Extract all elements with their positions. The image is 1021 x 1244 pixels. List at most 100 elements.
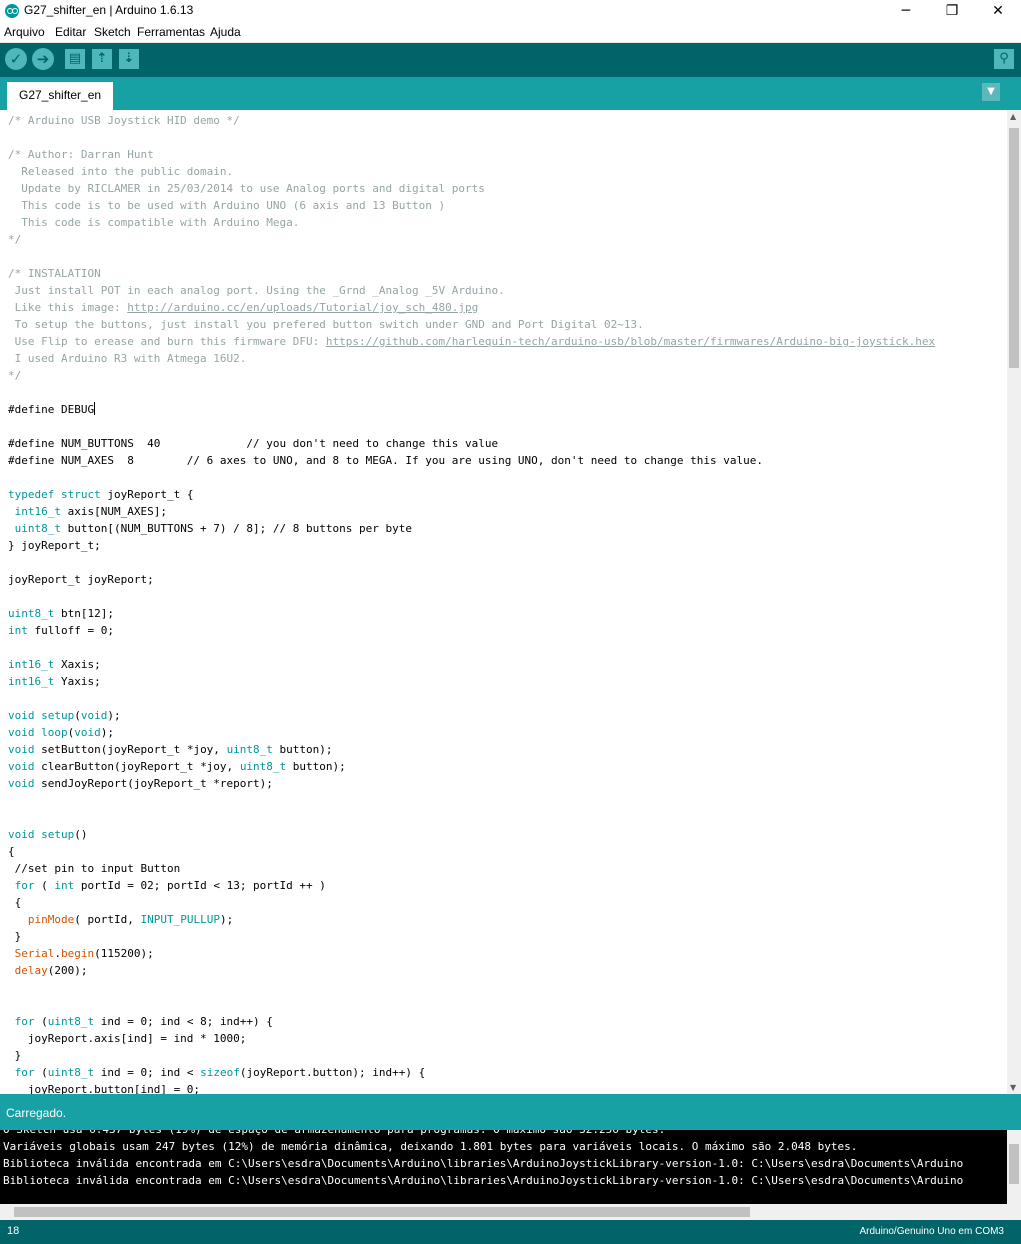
menu-ajuda[interactable]: Ajuda — [210, 25, 241, 39]
tab-menu-icon[interactable]: ▼ — [982, 83, 1000, 101]
code-line[interactable] — [8, 418, 935, 435]
code-line[interactable]: */ — [8, 231, 935, 248]
code-line[interactable]: Use Flip to erease and burn this firmwar… — [8, 333, 936, 350]
code-line[interactable]: } — [8, 1047, 935, 1064]
code-line[interactable] — [8, 809, 935, 826]
tab-g27-shifter-en[interactable]: G27_shifter_en — [7, 82, 114, 110]
code-line[interactable] — [8, 588, 935, 605]
code-line[interactable]: void setup(void); — [8, 707, 935, 724]
code-line[interactable]: uint8_t btn[12]; — [8, 605, 935, 622]
code-token: */ — [8, 233, 22, 246]
console-scroll-thumb[interactable] — [1009, 1144, 1019, 1184]
code-token: */ — [8, 369, 22, 382]
code-line[interactable]: for (uint8_t ind = 0; ind < sizeof(joyRe… — [8, 1064, 935, 1081]
open-sketch-icon[interactable]: ⇡ — [92, 49, 112, 69]
code-line[interactable] — [8, 384, 935, 401]
minimize-button[interactable]: ─ — [883, 0, 929, 22]
code-line[interactable]: To setup the buttons, just install you p… — [8, 316, 935, 333]
code-line[interactable]: Just install POT in each analog port. Us… — [8, 282, 935, 299]
scroll-up-icon[interactable]: ▲ — [1010, 112, 1016, 121]
code-line[interactable]: /* INSTALATION — [8, 265, 935, 282]
scroll-down-icon[interactable]: ▼ — [1010, 1083, 1016, 1092]
code-line[interactable]: { — [8, 894, 935, 911]
code-line[interactable]: void loop(void); — [8, 724, 935, 741]
menu-bar: Arquivo Editar Sketch Ferramentas Ajuda — [0, 22, 1021, 43]
code-line[interactable]: I used Arduino R3 with Atmega 16U2. — [8, 350, 935, 367]
code-line[interactable]: void clearButton(joyReport_t *joy, uint8… — [8, 758, 935, 775]
editor-vertical-scrollbar[interactable]: ▲ ▼ — [1007, 110, 1021, 1094]
upload-icon[interactable]: ➔ — [32, 48, 54, 70]
code-line[interactable]: /* Author: Darran Hunt — [8, 146, 935, 163]
code-line[interactable] — [8, 639, 935, 656]
code-line[interactable]: joyReport_t joyReport; — [8, 571, 935, 588]
console-output[interactable]: O Sketch usa 6.437 bytes (19%) de espaço… — [0, 1130, 1007, 1204]
maximize-button[interactable]: ❐ — [929, 0, 975, 22]
menu-ferramentas[interactable]: Ferramentas — [137, 25, 205, 39]
new-sketch-icon[interactable]: ▤ — [65, 49, 85, 69]
code-line[interactable]: Update by RICLAMER in 25/03/2014 to use … — [8, 180, 935, 197]
console-vertical-scrollbar[interactable] — [1007, 1130, 1021, 1204]
code-editor[interactable]: /* Arduino USB Joystick HID demo */ /* A… — [0, 110, 1007, 1094]
code-link[interactable]: https://github.com/harlequin-tech/arduin… — [326, 335, 935, 348]
code-line[interactable]: typedef struct joyReport_t { — [8, 486, 935, 503]
code-line[interactable]: Released into the public domain. — [8, 163, 935, 180]
code-line[interactable] — [8, 996, 935, 1013]
code-line[interactable]: void setButton(joyReport_t *joy, uint8_t… — [8, 741, 935, 758]
save-sketch-icon[interactable]: ⇣ — [119, 49, 139, 69]
code-line[interactable]: uint8_t button[(NUM_BUTTONS + 7) / 8]; /… — [8, 520, 935, 537]
arduino-logo-icon — [5, 4, 19, 18]
code-line[interactable]: #define DEBUG — [8, 401, 935, 418]
code-token: Xaxis; — [54, 658, 101, 671]
code-line[interactable]: int fulloff = 0; — [8, 622, 935, 639]
code-line[interactable]: void setup() — [8, 826, 935, 843]
menu-arquivo[interactable]: Arquivo — [4, 25, 45, 39]
code-line[interactable]: for (uint8_t ind = 0; ind < 8; ind++) { — [8, 1013, 935, 1030]
code-line[interactable]: joyReport.button[ind] = 0; — [8, 1081, 935, 1094]
code-text[interactable]: /* Arduino USB Joystick HID demo */ /* A… — [8, 112, 935, 1094]
code-line[interactable]: */ — [8, 367, 935, 384]
text-cursor — [94, 402, 96, 415]
code-token: This code is to be used with Arduino UNO… — [8, 199, 446, 212]
code-line[interactable] — [8, 792, 935, 809]
menu-editar[interactable]: Editar — [55, 25, 86, 39]
code-line[interactable]: #define NUM_BUTTONS 40 // you don't need… — [8, 435, 935, 452]
code-line[interactable]: int16_t Yaxis; — [8, 673, 935, 690]
code-token: uint8_t — [47, 1066, 95, 1079]
console-horizontal-scrollbar[interactable] — [0, 1204, 1021, 1220]
code-line[interactable] — [8, 979, 935, 996]
code-line[interactable]: void sendJoyReport(joyReport_t *report); — [8, 775, 935, 792]
code-line[interactable]: for ( int portId = 02; portId < 13; port… — [8, 877, 935, 894]
code-line[interactable] — [8, 129, 935, 146]
code-line[interactable]: int16_t Xaxis; — [8, 656, 935, 673]
code-line[interactable]: Like this image: http://arduino.cc/en/up… — [8, 299, 935, 316]
code-line[interactable]: } joyReport_t; — [8, 537, 935, 554]
code-line[interactable]: #define NUM_AXES 8 // 6 axes to UNO, and… — [8, 452, 935, 469]
editor-scroll-thumb[interactable] — [1009, 128, 1019, 368]
code-line[interactable] — [8, 248, 935, 265]
code-line[interactable]: //set pin to input Button — [8, 860, 935, 877]
serial-monitor-icon[interactable]: ⚲ — [994, 49, 1014, 69]
menu-sketch[interactable]: Sketch — [94, 25, 131, 39]
code-link[interactable]: http://arduino.cc/en/uploads/Tutorial/jo… — [127, 301, 478, 314]
code-token: () — [74, 828, 88, 841]
verify-icon[interactable]: ✓ — [5, 48, 27, 70]
code-line[interactable]: delay(200); — [8, 962, 935, 979]
code-line[interactable]: /* Arduino USB Joystick HID demo */ — [8, 112, 935, 129]
console-hscroll-thumb[interactable] — [14, 1207, 750, 1217]
code-line[interactable]: { — [8, 843, 935, 860]
code-line[interactable]: } — [8, 928, 935, 945]
code-line[interactable]: Serial.begin(115200); — [8, 945, 935, 962]
code-line[interactable] — [8, 554, 935, 571]
code-token: loop — [41, 726, 68, 739]
code-line[interactable]: int16_t axis[NUM_AXES]; — [8, 503, 935, 520]
code-line[interactable] — [8, 690, 935, 707]
code-line[interactable]: joyReport.axis[ind] = ind * 1000; — [8, 1030, 935, 1047]
code-line[interactable] — [8, 469, 935, 486]
code-line[interactable]: This code is to be used with Arduino UNO… — [8, 197, 935, 214]
code-line[interactable]: This code is compatible with Arduino Meg… — [8, 214, 935, 231]
code-line[interactable]: pinMode( portId, INPUT_PULLUP); — [8, 911, 935, 928]
close-button[interactable]: ✕ — [975, 0, 1021, 22]
code-token: setButton(joyReport_t *joy, — [34, 743, 227, 756]
